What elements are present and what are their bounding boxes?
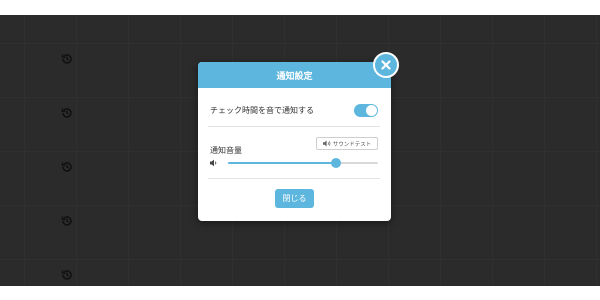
volume-slider[interactable] xyxy=(228,158,378,168)
sound-test-button[interactable]: サウンドテスト xyxy=(316,137,378,150)
volume-label-wrap: 通知音量 xyxy=(210,138,242,157)
divider xyxy=(208,126,380,127)
speaker-icon xyxy=(322,140,331,147)
notification-settings-dialog: 通知設定 チェック時間を音で通知する 通知音量 サウンドテスト 閉じる xyxy=(198,52,399,221)
close-dialog-button[interactable] xyxy=(373,52,399,78)
volume-slider-row xyxy=(210,157,378,169)
sound-notification-label: チェック時間を音で通知する xyxy=(210,105,314,115)
volume-slider-fill xyxy=(228,162,336,164)
dialog-header: 通知設定 xyxy=(198,62,391,88)
history-icon xyxy=(60,160,74,174)
sound-notification-row: チェック時間を音で通知する xyxy=(210,102,378,118)
notification-volume-label: 通知音量 xyxy=(210,146,242,155)
volume-slider-thumb[interactable] xyxy=(331,158,341,168)
speaker-low-icon xyxy=(210,159,217,167)
dialog-title: 通知設定 xyxy=(276,71,313,82)
close-x-icon xyxy=(381,60,391,70)
close-button[interactable]: 閉じる xyxy=(275,189,314,208)
toggle-knob xyxy=(366,104,377,116)
history-icon xyxy=(60,214,74,228)
sound-notification-toggle[interactable] xyxy=(354,103,378,117)
history-icon xyxy=(60,52,74,66)
divider xyxy=(208,178,380,179)
sound-test-label: サウンドテスト xyxy=(332,141,372,148)
history-icon xyxy=(60,106,74,120)
history-icon xyxy=(60,268,74,282)
